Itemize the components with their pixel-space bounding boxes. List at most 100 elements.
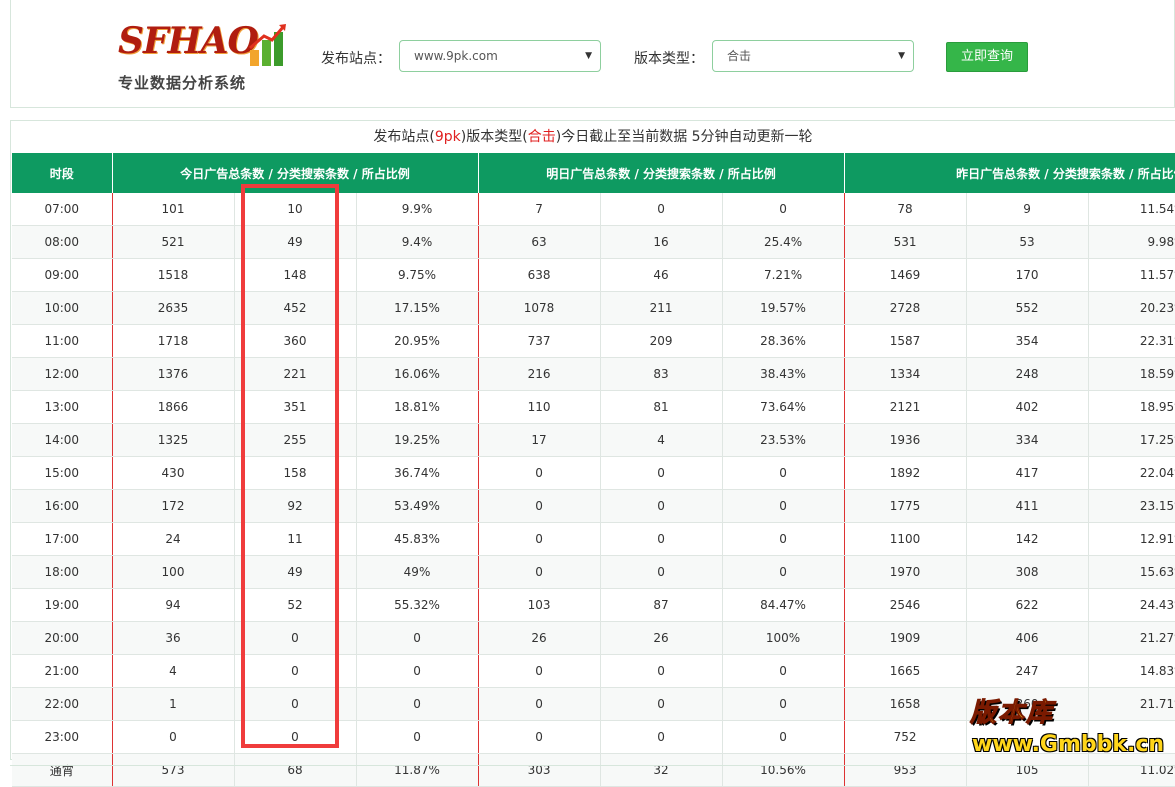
value-cell: 221: [234, 357, 357, 391]
value-cell: 521: [112, 225, 235, 259]
value-cell: 55.32%: [356, 588, 479, 622]
value-cell: 1866: [112, 390, 235, 424]
table-row: 08:00521499.4%631625.4%531539.98%: [12, 225, 1175, 259]
period-cell: 17:00: [12, 522, 113, 556]
value-cell: 0: [722, 654, 845, 688]
value-cell: 0: [600, 522, 723, 556]
value-cell: 638: [478, 258, 601, 292]
value-cell: 752: [844, 720, 967, 754]
value-cell: 148: [234, 258, 357, 292]
value-cell: 2121: [844, 390, 967, 424]
table-row: 09:0015181489.75%638467.21%146917011.57%: [12, 258, 1175, 292]
value-cell: 308: [966, 555, 1089, 589]
value-cell: 0: [600, 687, 723, 721]
table-row: 10:00 2635 452 17.15% 1078 211 19.57% 2728 552 20…: [12, 291, 1175, 325]
value-cell: 0: [234, 720, 357, 754]
value-cell: 0: [356, 654, 479, 688]
table-row: 15:0043015836.74%000189241722.04%: [12, 456, 1175, 490]
value-cell: 1100: [844, 522, 967, 556]
col-header-yesterday: 昨日广告总条数 / 分类搜索条数 / 所占比例: [844, 153, 1175, 193]
period-cell: 20:00: [12, 621, 113, 655]
period-cell: 14:00: [12, 423, 113, 457]
value-cell: 216: [478, 357, 601, 391]
type-label: 版本类型：: [634, 51, 704, 67]
value-cell: 142: [966, 522, 1089, 556]
caption-type: 合击: [527, 129, 556, 145]
value-cell: 1718: [112, 324, 235, 358]
value-cell: 0: [478, 654, 601, 688]
value-cell: 81: [600, 390, 723, 424]
value-cell: 92: [234, 489, 357, 523]
period-cell: 22:00: [12, 687, 113, 721]
value-cell: 0: [722, 193, 845, 226]
value-cell: 17.25%: [1088, 423, 1175, 457]
site-select[interactable]: www.9pk.com ▼: [399, 40, 601, 72]
value-cell: 110: [478, 390, 601, 424]
value-cell: 1334: [844, 357, 967, 391]
period-cell: 09:00: [12, 258, 113, 292]
value-cell: 49: [234, 555, 357, 589]
panel-caption: 发布站点(9pk)版本类型(合击)今日截止至当前数据 5分钟自动更新一轮: [11, 121, 1175, 153]
value-cell: 11.54%: [1088, 193, 1175, 226]
period-cell: 通宵: [12, 753, 113, 787]
value-cell: 1: [112, 687, 235, 721]
table-row: 07:00101109.9%70078911.54%: [12, 193, 1175, 226]
value-cell: 23.15%: [1088, 489, 1175, 523]
value-cell: 49: [234, 225, 357, 259]
value-cell: 19.25%: [356, 423, 479, 457]
query-button[interactable]: 立即查询: [946, 42, 1028, 72]
value-cell: 32: [600, 753, 723, 787]
col-header-tomorrow: 明日广告总条数 / 分类搜索条数 / 所占比例: [478, 153, 845, 193]
value-cell: 0: [722, 489, 845, 523]
chevron-down-icon: ▼: [585, 51, 592, 61]
value-cell: 12.91%: [1088, 522, 1175, 556]
value-cell: 0: [478, 456, 601, 490]
table-row: 20:0036002626100%190940621.27%: [12, 621, 1175, 655]
caption-mid: )版本类型(: [460, 129, 528, 145]
value-cell: 2546: [844, 588, 967, 622]
period-cell: 21:00: [12, 654, 113, 688]
value-cell: 9.98%: [1088, 225, 1175, 259]
divider: [10, 765, 1175, 766]
value-cell: 23.53%: [722, 423, 845, 457]
value-cell: 19.57%: [722, 291, 845, 325]
value-cell: 1325: [112, 423, 235, 457]
value-cell: 0: [478, 687, 601, 721]
value-cell: 334: [966, 423, 1089, 457]
site-label: 发布站点：: [321, 51, 391, 67]
value-cell: 1936: [844, 423, 967, 457]
value-cell: 16: [600, 225, 723, 259]
logo-text: SFHAO: [118, 20, 259, 62]
value-cell: 26: [600, 621, 723, 655]
watermark-line1: 版本库: [969, 698, 1055, 729]
value-cell: 0: [478, 555, 601, 589]
period-cell: 23:00: [12, 720, 113, 754]
value-cell: 4: [112, 654, 235, 688]
value-cell: 46: [600, 258, 723, 292]
watermark-line2: www.Gmbbk.cn: [972, 732, 1165, 757]
value-cell: 87: [600, 588, 723, 622]
value-cell: 531: [844, 225, 967, 259]
col-header-period: 时段: [12, 153, 113, 193]
value-cell: 417: [966, 456, 1089, 490]
value-cell: 248: [966, 357, 1089, 391]
value-cell: 83: [600, 357, 723, 391]
value-cell: 18.59%: [1088, 357, 1175, 391]
period-cell: 08:00: [12, 225, 113, 259]
value-cell: 737: [478, 324, 601, 358]
site-select-value: www.9pk.com: [414, 49, 498, 63]
value-cell: 0: [356, 621, 479, 655]
period-cell: 15:00: [12, 456, 113, 490]
period-cell: 13:00: [12, 390, 113, 424]
value-cell: 0: [722, 522, 845, 556]
value-cell: 1775: [844, 489, 967, 523]
period-cell: 18:00: [12, 555, 113, 589]
value-cell: 622: [966, 588, 1089, 622]
value-cell: 9.4%: [356, 225, 479, 259]
value-cell: 0: [478, 720, 601, 754]
type-select[interactable]: 合击 ▼: [712, 40, 914, 72]
value-cell: 0: [600, 456, 723, 490]
value-cell: 247: [966, 654, 1089, 688]
value-cell: 73.64%: [722, 390, 845, 424]
value-cell: 0: [600, 489, 723, 523]
